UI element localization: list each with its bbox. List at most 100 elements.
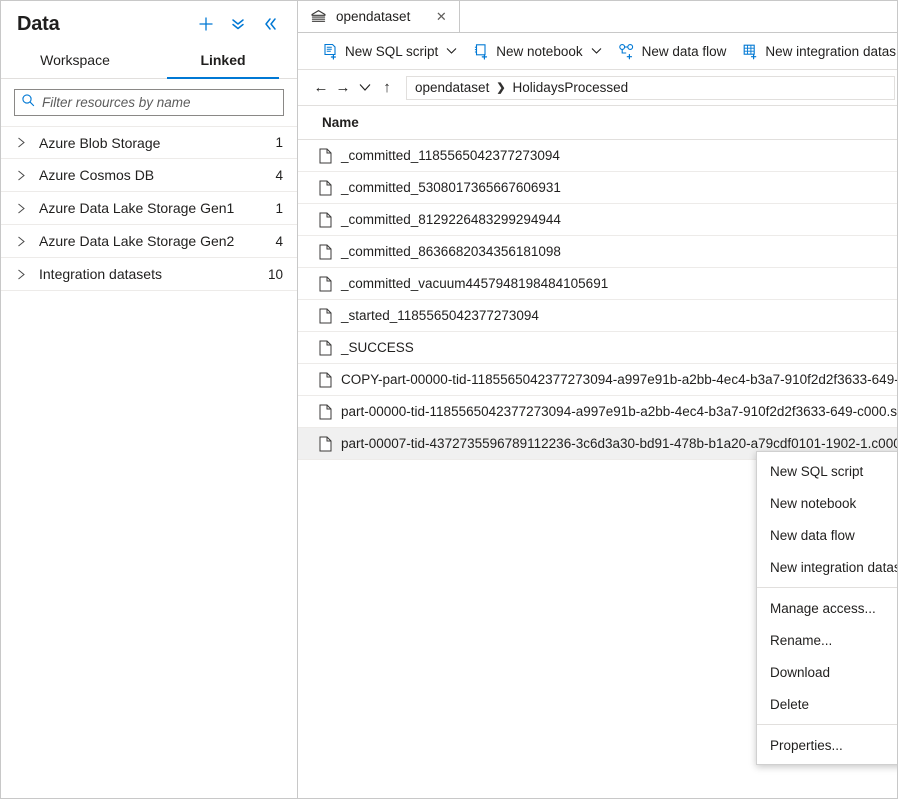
- filter-container: [1, 79, 297, 122]
- sidebar-item-integration-datasets[interactable]: Integration datasets 10: [1, 258, 297, 291]
- context-menu-item-label: New notebook: [770, 496, 897, 511]
- search-input[interactable]: [35, 94, 277, 111]
- menu-separator: [757, 587, 897, 588]
- new-notebook-button[interactable]: New notebook: [465, 37, 609, 65]
- sidebar-item-azure-data-lake-storage-gen1[interactable]: Azure Data Lake Storage Gen1 1: [1, 192, 297, 225]
- context-menu-item-delete[interactable]: Delete: [757, 688, 897, 720]
- sidebar-item-count: 4: [267, 234, 283, 249]
- table-row[interactable]: _started_1185565042377273094: [298, 300, 897, 332]
- document-tab-label: opendataset: [336, 9, 410, 24]
- context-menu-item-new-notebook[interactable]: New notebook: [757, 487, 897, 519]
- breadcrumb-item-root[interactable]: opendataset: [415, 80, 489, 95]
- chevron-right-icon: [17, 203, 33, 214]
- toolbar-label: New integration datas: [765, 44, 896, 59]
- sidebar-item-azure-blob-storage[interactable]: Azure Blob Storage 1: [1, 126, 297, 159]
- context-menu-item-label: New data flow: [770, 528, 897, 543]
- sidebar-item-label: Azure Data Lake Storage Gen1: [33, 200, 267, 216]
- context-menu-item-label: Properties...: [770, 738, 897, 753]
- context-menu-item-label: Rename...: [770, 633, 897, 648]
- context-menu-item-properties[interactable]: Properties...: [757, 729, 897, 761]
- up-button[interactable]: ↑: [376, 76, 398, 100]
- table-row[interactable]: _SUCCESS: [298, 332, 897, 364]
- sql-script-icon: [322, 43, 339, 60]
- filter-box[interactable]: [14, 89, 284, 116]
- chevron-down-icon[interactable]: [446, 47, 457, 55]
- context-menu-item-label: Delete: [770, 697, 897, 712]
- toolbar-label: New notebook: [496, 44, 582, 59]
- navigation-bar: ← → ↑ opendataset ❯ HolidaysProcessed: [298, 70, 897, 106]
- table-row[interactable]: _committed_8636682034356181098: [298, 236, 897, 268]
- tab-workspace[interactable]: Workspace: [1, 43, 149, 78]
- context-menu-item-rename[interactable]: Rename...: [757, 624, 897, 656]
- forward-button[interactable]: →: [332, 76, 354, 100]
- document-tab-opendataset[interactable]: opendataset ✕: [298, 1, 460, 32]
- history-dropdown-button[interactable]: [354, 76, 376, 100]
- context-menu-item-label: New integration dataset: [770, 560, 897, 575]
- sidebar-item-azure-data-lake-storage-gen2[interactable]: Azure Data Lake Storage Gen2 4: [1, 225, 297, 258]
- sidebar-tabs: Workspace Linked: [1, 43, 297, 79]
- new-integration-dataset-button[interactable]: New integration datas: [734, 37, 897, 65]
- file-icon: [319, 148, 332, 164]
- table-row[interactable]: _committed_8129226483299294944: [298, 204, 897, 236]
- add-icon[interactable]: [197, 15, 215, 33]
- sidebar-header-actions: [197, 15, 283, 33]
- close-icon[interactable]: ✕: [433, 9, 449, 25]
- chevron-down-icon[interactable]: [591, 47, 602, 55]
- file-name: _committed_5308017365667606931: [332, 180, 561, 195]
- command-toolbar: New SQL script New notebook: [298, 33, 897, 70]
- file-icon: [319, 436, 332, 452]
- file-icon: [319, 340, 332, 356]
- file-icon: [319, 180, 332, 196]
- sidebar-item-count: 1: [267, 201, 283, 216]
- table-row[interactable]: _committed_5308017365667606931: [298, 172, 897, 204]
- context-menu-item-manage-access[interactable]: Manage access...: [757, 592, 897, 624]
- file-icon: [319, 308, 332, 324]
- context-menu-item-new-sql-script[interactable]: New SQL script: [757, 455, 897, 487]
- sidebar-item-label: Azure Cosmos DB: [33, 167, 267, 183]
- table-row[interactable]: _committed_vacuum4457948198484105691: [298, 268, 897, 300]
- breadcrumb-item-folder[interactable]: HolidaysProcessed: [513, 80, 629, 95]
- file-icon: [319, 404, 332, 420]
- notebook-icon: [473, 43, 490, 60]
- table-row[interactable]: COPY-part-00000-tid-1185565042377273094-…: [298, 364, 897, 396]
- file-name: _SUCCESS: [332, 340, 414, 355]
- tab-linked[interactable]: Linked: [149, 43, 297, 78]
- file-name: _committed_8129226483299294944: [332, 212, 561, 227]
- back-button[interactable]: ←: [310, 76, 332, 100]
- context-menu-item-new-data-flow[interactable]: New data flow: [757, 519, 897, 551]
- chevron-right-icon: [17, 170, 33, 181]
- data-flow-icon: [618, 43, 636, 60]
- file-icon: [319, 372, 332, 388]
- sidebar-item-label: Azure Data Lake Storage Gen2: [33, 233, 267, 249]
- context-menu-item-download[interactable]: Download: [757, 656, 897, 688]
- file-icon: [319, 244, 332, 260]
- toolbar-label: New data flow: [642, 44, 727, 59]
- sidebar-item-count: 4: [267, 168, 283, 183]
- sidebar-item-count: 10: [260, 267, 283, 282]
- file-name: part-00007-tid-4372735596789112236-3c6d3…: [332, 436, 897, 451]
- storage-container-icon: [310, 9, 327, 24]
- main-panel: opendataset ✕ New SQL script: [298, 1, 897, 798]
- synapse-studio-window: Data Workspace Linked: [0, 0, 898, 799]
- new-sql-script-button[interactable]: New SQL script: [314, 37, 465, 65]
- menu-separator: [757, 724, 897, 725]
- document-tab-strip: opendataset ✕: [298, 1, 897, 33]
- context-menu-item-label: Manage access...: [770, 601, 897, 616]
- breadcrumb[interactable]: opendataset ❯ HolidaysProcessed: [406, 76, 895, 100]
- sidebar-item-azure-cosmos-db[interactable]: Azure Cosmos DB 4: [1, 159, 297, 192]
- context-menu: New SQL script New notebook New data flo…: [756, 451, 897, 765]
- hide-panel-icon[interactable]: [261, 15, 279, 33]
- context-menu-item-new-integration-dataset[interactable]: New integration dataset: [757, 551, 897, 583]
- sidebar-item-label: Azure Blob Storage: [33, 135, 267, 151]
- file-name: COPY-part-00000-tid-1185565042377273094-…: [332, 372, 897, 387]
- context-menu-item-label: Download: [770, 665, 897, 680]
- table-row[interactable]: _committed_1185565042377273094: [298, 140, 897, 172]
- file-list: _committed_1185565042377273094 _committe…: [298, 140, 897, 460]
- linked-services-tree: Azure Blob Storage 1 Azure Cosmos DB 4 A…: [1, 126, 297, 291]
- file-name: _started_1185565042377273094: [332, 308, 539, 323]
- table-row[interactable]: part-00000-tid-1185565042377273094-a997e…: [298, 396, 897, 428]
- collapse-all-icon[interactable]: [229, 15, 247, 33]
- file-icon: [319, 212, 332, 228]
- file-name: part-00000-tid-1185565042377273094-a997e…: [332, 404, 897, 419]
- new-data-flow-button[interactable]: New data flow: [610, 37, 735, 65]
